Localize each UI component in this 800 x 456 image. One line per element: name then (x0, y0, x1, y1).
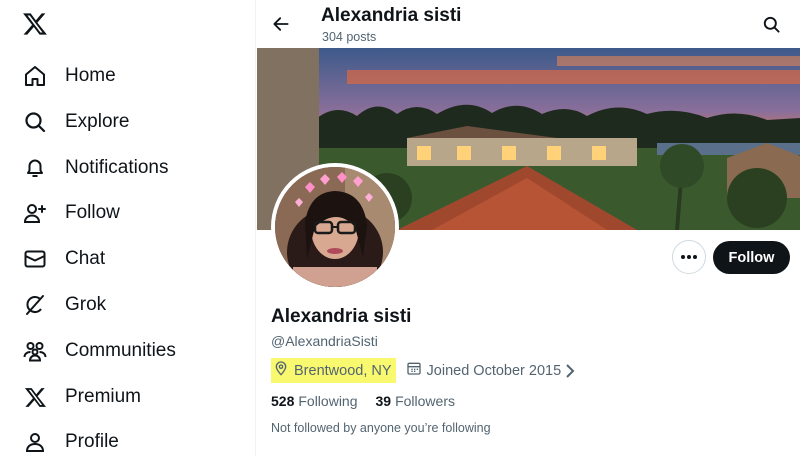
nav-explore[interactable]: Explore (22, 107, 129, 137)
nav-communities[interactable]: Communities (22, 336, 176, 366)
display-name: Alexandria sisti (271, 306, 412, 327)
nav-label: Profile (65, 431, 119, 452)
nav-label: Grok (65, 294, 107, 315)
people-icon (22, 338, 48, 364)
nav-label: Premium (65, 386, 142, 407)
more-options-button[interactable] (672, 240, 706, 274)
followers-count: 39 (375, 393, 392, 409)
profile-main: Alexandria sisti 304 posts Follow Alexan… (257, 0, 800, 456)
nav-follow[interactable]: Follow (22, 198, 120, 228)
nav-label: Chat (65, 248, 106, 269)
not-followed-notice: Not followed by anyone you’re following (271, 421, 491, 435)
nav-label: Home (65, 65, 116, 86)
search-icon (22, 109, 48, 135)
followers-label: Followers (395, 393, 455, 409)
calendar-icon (406, 360, 422, 381)
following-link[interactable]: 528 Following (271, 393, 358, 409)
x-logo-icon[interactable] (22, 11, 48, 37)
location-text: Brentwood, NY (294, 362, 392, 379)
location: Brentwood, NY (271, 358, 396, 383)
joined-date[interactable]: Joined October 2015 (406, 360, 576, 381)
nav-label: Explore (65, 111, 130, 132)
post-count: 304 posts (322, 30, 377, 44)
follow-button[interactable]: Follow (713, 241, 790, 274)
x-premium-icon (22, 384, 48, 410)
profile-meta: Brentwood, NY Joined October 2015 (271, 358, 575, 383)
avatar[interactable] (271, 163, 399, 291)
bell-icon (22, 155, 48, 181)
sidebar: Home Explore Notifications Follow Chat G… (0, 0, 256, 456)
person-icon (22, 429, 48, 455)
search-icon[interactable] (760, 13, 782, 35)
grok-icon (22, 292, 48, 318)
envelope-icon (22, 246, 48, 272)
followers-link[interactable]: 39 Followers (376, 393, 455, 409)
location-pin-icon (273, 359, 289, 382)
profile-header-bar: Alexandria sisti 304 posts (257, 0, 800, 48)
joined-text: Joined October 2015 (426, 362, 562, 379)
person-add-icon (22, 200, 48, 226)
nav-home[interactable]: Home (22, 61, 116, 91)
back-arrow-icon[interactable] (269, 12, 293, 36)
following-count: 528 (271, 393, 295, 409)
nav-chat[interactable]: Chat (22, 244, 105, 274)
nav-grok[interactable]: Grok (22, 290, 106, 320)
nav-premium[interactable]: Premium (22, 382, 141, 412)
nav-profile[interactable]: Profile (22, 427, 119, 456)
nav-label: Notifications (65, 157, 169, 178)
nav-notifications[interactable]: Notifications (22, 153, 169, 183)
user-handle: @AlexandriaSisti (271, 333, 378, 349)
header-title: Alexandria sisti (321, 5, 462, 26)
home-icon (22, 63, 48, 89)
chevron-right-icon (565, 363, 575, 378)
follow-stats: 528 Following 39 Followers (271, 393, 473, 409)
nav-label: Communities (65, 340, 176, 361)
nav-label: Follow (65, 202, 120, 223)
following-label: Following (298, 393, 358, 409)
